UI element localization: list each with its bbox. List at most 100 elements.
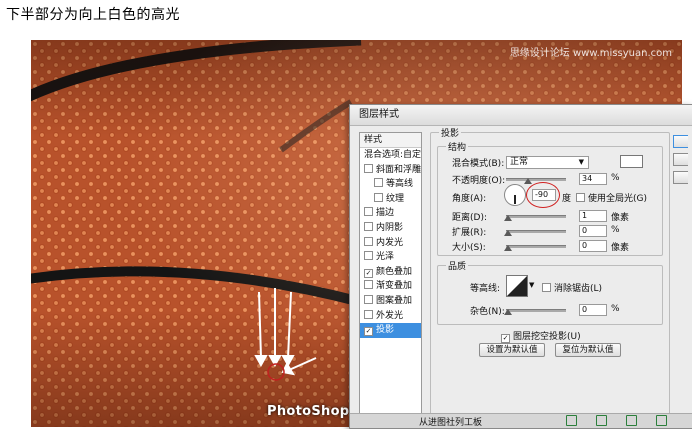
opacity-input[interactable]: 34: [579, 173, 607, 185]
checkbox[interactable]: [364, 236, 373, 246]
checkbox-checked[interactable]: ✓: [501, 334, 510, 343]
style-item-label: 描边: [376, 208, 395, 219]
chevron-down-icon[interactable]: ▼: [529, 281, 534, 289]
checkbox[interactable]: [364, 251, 373, 261]
noise-slider[interactable]: [506, 309, 566, 312]
style-item-label: 纹理: [386, 193, 405, 204]
angle-unit: 度: [562, 194, 572, 204]
style-item-outer-glow[interactable]: 外发光: [360, 309, 421, 324]
checkbox[interactable]: [364, 221, 373, 231]
distance-slider[interactable]: [506, 215, 566, 218]
opacity-label: 不透明度(O):: [452, 176, 506, 186]
size-slider-thumb[interactable]: [504, 245, 512, 251]
style-item-satin[interactable]: 光泽: [360, 250, 421, 265]
distance-input[interactable]: 1: [579, 210, 607, 222]
ok-button[interactable]: [673, 135, 688, 148]
shadow-color-swatch[interactable]: [620, 155, 643, 168]
style-item-gradient-overlay[interactable]: 渐变叠加: [360, 279, 421, 294]
reset-default-button[interactable]: 复位为默认值: [555, 343, 621, 357]
structure-group: 结构 混合模式(B): 正常 ▼ 不透明度(O): 34 % 角度(A): -9…: [437, 140, 663, 256]
style-item-bevel[interactable]: 斜面和浮雕: [360, 163, 421, 178]
spread-slider[interactable]: [506, 230, 566, 233]
style-item-label: 外发光: [376, 310, 404, 321]
adjustment-icon[interactable]: [656, 415, 667, 426]
contour-label: 等高线:: [470, 284, 501, 294]
dialog-title: 图层样式: [350, 105, 692, 126]
bottom-bar: 从进图社列工板: [350, 413, 692, 428]
styles-list: 样式 混合选项:自定 斜面和浮雕 等高线 纹理 描边 内阴影 内发光 光泽 ✓ 颜…: [359, 132, 422, 423]
quality-title: 品质: [446, 259, 469, 272]
checkbox[interactable]: [364, 280, 373, 290]
blend-mode-label: 混合模式(B):: [452, 159, 505, 169]
size-unit: 像素: [611, 243, 630, 253]
spread-slider-thumb[interactable]: [504, 230, 512, 236]
style-item-texture[interactable]: 纹理: [360, 192, 421, 207]
style-item-color-overlay[interactable]: ✓ 颜色叠加: [360, 265, 421, 280]
style-item-label: 内阴影: [376, 222, 404, 233]
antialias-label: 消除锯齿(L): [554, 284, 603, 294]
checkbox[interactable]: [364, 207, 373, 217]
style-item-contour[interactable]: 等高线: [360, 177, 421, 192]
checkbox-checked[interactable]: ✓: [364, 268, 373, 278]
style-item-label: 投影: [376, 325, 395, 336]
contour-curve-icon: [507, 276, 527, 296]
angle-dial[interactable]: [504, 184, 526, 206]
angle-label: 角度(A):: [452, 194, 487, 204]
cancel-button[interactable]: [673, 153, 688, 166]
style-item-stroke[interactable]: 描边: [360, 206, 421, 221]
checkbox[interactable]: [576, 193, 585, 202]
checkbox[interactable]: [364, 294, 373, 304]
size-input[interactable]: 0: [579, 240, 607, 252]
noise-unit: %: [611, 304, 620, 314]
opacity-slider[interactable]: [506, 178, 566, 181]
checkbox[interactable]: [364, 309, 373, 319]
folder-icon[interactable]: [626, 415, 637, 426]
contour-picker[interactable]: [506, 275, 528, 297]
size-label: 大小(S):: [452, 243, 486, 253]
checkbox-checked[interactable]: ✓: [364, 327, 373, 337]
section-title: 投影: [439, 126, 462, 139]
antialias-option[interactable]: 消除锯齿(L): [542, 281, 602, 294]
knockout-option[interactable]: ✓ 图层挖空投影(U): [501, 329, 581, 343]
style-item-drop-shadow[interactable]: ✓ 投影: [360, 323, 421, 338]
distance-unit: 像素: [611, 213, 630, 223]
noise-label: 杂色(N):: [470, 307, 505, 317]
blend-mode-select[interactable]: 正常 ▼: [506, 156, 589, 169]
make-default-button[interactable]: 设置为默认值: [479, 343, 545, 357]
style-item-label: 光泽: [376, 252, 395, 263]
style-item-inner-shadow[interactable]: 内阴影: [360, 221, 421, 236]
opacity-unit: %: [611, 173, 620, 183]
checkbox[interactable]: [374, 178, 383, 188]
drop-shadow-panel: 投影 结构 混合模式(B): 正常 ▼ 不透明度(O): 34 % 角度(A):…: [430, 126, 670, 424]
spread-unit: %: [611, 225, 620, 235]
style-item-label: 图案叠加: [376, 295, 413, 306]
style-item-pattern-overlay[interactable]: 图案叠加: [360, 294, 421, 309]
mask-icon[interactable]: [596, 415, 607, 426]
angle-dial-hand: [514, 195, 516, 204]
blend-options-item[interactable]: 混合选项:自定: [360, 148, 421, 163]
checkbox[interactable]: [374, 192, 383, 202]
layer-style-dialog: 图层样式 样式 混合选项:自定 斜面和浮雕 等高线 纹理 描边 内阴影 内发光 …: [349, 104, 692, 429]
distance-slider-thumb[interactable]: [504, 215, 512, 221]
noise-slider-thumb[interactable]: [504, 309, 512, 315]
link-icon[interactable]: [566, 415, 577, 426]
drop-shadow-group: 投影 结构 混合模式(B): 正常 ▼ 不透明度(O): 34 % 角度(A):…: [430, 126, 670, 424]
checkbox[interactable]: [542, 283, 551, 292]
style-item-label: 斜面和浮雕: [376, 164, 422, 175]
size-slider[interactable]: [506, 245, 566, 248]
styles-header[interactable]: 样式: [360, 133, 421, 148]
knockout-label: 图层挖空投影(U): [513, 332, 581, 342]
checkbox[interactable]: [364, 163, 373, 173]
quality-group: 品质 等高线: ▼ 消除锯齿(L) 杂色(N): 0 %: [437, 259, 663, 325]
spread-input[interactable]: 0: [579, 225, 607, 237]
blend-mode-value: 正常: [510, 157, 529, 167]
watermark-top: 思缘设计论坛 www.missyuan.com: [509, 48, 672, 59]
noise-input[interactable]: 0: [579, 304, 607, 316]
new-style-button[interactable]: [673, 171, 688, 184]
structure-title: 结构: [446, 140, 469, 153]
style-item-inner-glow[interactable]: 内发光: [360, 236, 421, 251]
opacity-slider-thumb[interactable]: [524, 178, 532, 184]
global-light-option[interactable]: 使用全局光(G): [576, 191, 647, 204]
style-item-label: 颜色叠加: [376, 266, 413, 277]
bottom-bar-text: 从进图社列工板: [419, 418, 483, 428]
